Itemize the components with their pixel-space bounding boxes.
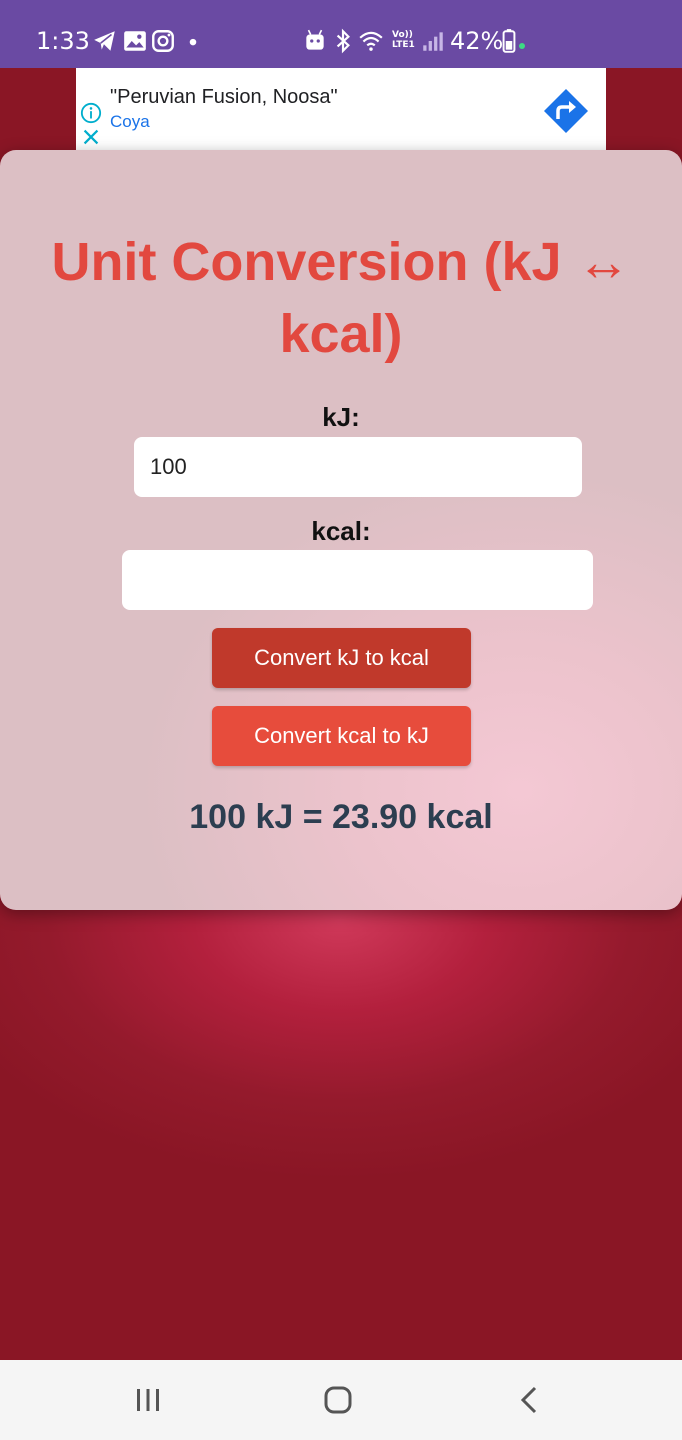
- convert-kj-to-kcal-button[interactable]: Convert kJ to kcal: [212, 628, 471, 688]
- page-title: Unit Conversion (kJ ↔ kcal): [51, 232, 631, 364]
- android-icon: [306, 29, 324, 50]
- kcal-label: kcal:: [311, 516, 371, 546]
- dot-icon: [189, 38, 197, 46]
- kcal-input[interactable]: [122, 550, 593, 610]
- converter-card: Unit Conversion (kJ ↔ kcal) kJ: kcal: Co…: [0, 150, 682, 910]
- telegram-icon: [94, 31, 115, 51]
- directions-icon[interactable]: [542, 87, 590, 135]
- recent-apps-icon[interactable]: [128, 1380, 168, 1420]
- gallery-icon: [124, 31, 146, 51]
- status-bar: 1:33 Vo)) LTE1 42%: [0, 0, 682, 68]
- conversion-result: 100 kJ = 23.90 kcal: [189, 798, 493, 836]
- ad-subtitle[interactable]: Coya: [110, 112, 150, 132]
- home-icon[interactable]: [318, 1380, 358, 1420]
- back-icon[interactable]: [510, 1380, 550, 1420]
- kj-input[interactable]: [134, 437, 582, 497]
- lte-icon: Vo)) LTE1: [392, 30, 415, 50]
- convert-kcal-to-kj-button[interactable]: Convert kcal to kJ: [212, 706, 471, 766]
- signal-icon: [423, 32, 443, 51]
- navigation-bar: [0, 1360, 682, 1440]
- bluetooth-icon: [336, 28, 350, 54]
- wifi-icon: [359, 31, 383, 51]
- active-dot-icon: [519, 43, 525, 49]
- kj-label: kJ:: [322, 402, 360, 432]
- ad-banner[interactable]: "Peruvian Fusion, Noosa" Coya: [76, 68, 606, 150]
- ad-title[interactable]: "Peruvian Fusion, Noosa": [110, 86, 338, 109]
- close-icon[interactable]: [80, 126, 102, 148]
- info-icon[interactable]: [80, 102, 102, 124]
- instagram-icon: [152, 30, 174, 52]
- battery-icon: [502, 29, 516, 53]
- status-time: 1:33: [36, 27, 90, 55]
